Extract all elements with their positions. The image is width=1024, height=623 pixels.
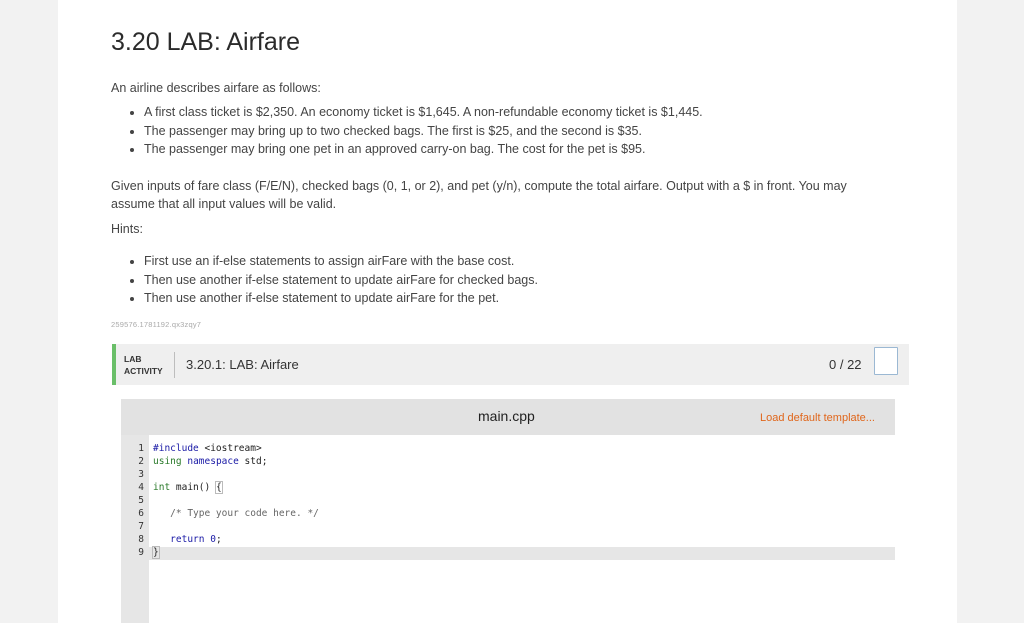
code-line[interactable]: 2 using namespace std; — [121, 456, 895, 469]
line-number: 6 — [138, 508, 144, 519]
list-item: Then use another if-else statement to up… — [144, 289, 538, 308]
code-line-active[interactable]: 9 } — [121, 546, 895, 560]
code-line[interactable]: 1 #include <iostream> — [121, 443, 895, 456]
code-line[interactable]: 6 /* Type your code here. */ — [121, 508, 895, 521]
list-item: A first class ticket is $2,350. An econo… — [144, 103, 703, 122]
code-line[interactable]: 8 return 0; — [121, 534, 895, 547]
lab-tag-line2: ACTIVITY — [124, 366, 163, 376]
lab-activity-header: LAB ACTIVITY 3.20.1: LAB: Airfare 0 / 22 — [112, 344, 909, 385]
code-editor-panel: main.cpp Load default template... 1 #inc… — [121, 399, 895, 623]
hints-label: Hints: — [111, 222, 143, 236]
list-item: The passenger may bring up to two checke… — [144, 122, 703, 141]
line-number: 5 — [138, 495, 144, 506]
airfare-rules-list: A first class ticket is $2,350. An econo… — [111, 103, 703, 159]
code-text: using namespace std; — [153, 456, 268, 467]
list-item: First use an if-else statements to assig… — [144, 252, 538, 271]
task-description: Given inputs of fare class (F/E/N), chec… — [111, 179, 847, 211]
line-number: 4 — [138, 482, 144, 493]
intro-text: An airline describes airfare as follows: — [111, 81, 321, 95]
lab-activity-tag: LAB ACTIVITY — [124, 353, 163, 377]
page-title: 3.20 LAB: Airfare — [111, 28, 301, 56]
line-number: 8 — [138, 534, 144, 545]
completion-box-icon — [874, 347, 898, 375]
filename-label: main.cpp — [478, 408, 535, 424]
code-text: int main() { — [153, 481, 223, 494]
text-cursor — [158, 547, 160, 558]
list-item: Then use another if-else statement to up… — [144, 271, 538, 290]
activity-code-id: 259576.1781192.qx3zqy7 — [111, 320, 202, 329]
code-line[interactable]: 5 — [121, 495, 895, 508]
code-editor[interactable]: 1 #include <iostream> 2 using namespace … — [121, 435, 895, 623]
lab-tag-line1: LAB — [124, 354, 142, 364]
code-line[interactable]: 4 int main() { — [121, 481, 895, 495]
list-item: The passenger may bring one pet in an ap… — [144, 140, 703, 159]
code-text: /* Type your code here. */ — [170, 508, 319, 519]
line-number: 7 — [138, 521, 144, 532]
code-text: } — [152, 546, 160, 559]
content-page: 3.20 LAB: Airfare An airline describes a… — [58, 0, 957, 623]
editor-header: main.cpp Load default template... — [121, 399, 895, 435]
code-text: return 0; — [170, 534, 222, 545]
load-default-template-link[interactable]: Load default template... — [760, 412, 875, 424]
code-line[interactable]: 3 — [121, 469, 895, 482]
lab-activity-name: 3.20.1: LAB: Airfare — [186, 357, 299, 372]
line-number: 2 — [138, 456, 144, 467]
line-number: 3 — [138, 469, 144, 480]
line-number: 1 — [138, 443, 144, 454]
hints-list: First use an if-else statements to assig… — [111, 252, 538, 308]
divider — [174, 352, 175, 378]
line-number: 9 — [138, 547, 144, 558]
code-text: #include <iostream> — [153, 443, 262, 454]
lab-score: 0 / 22 — [829, 357, 862, 372]
code-line[interactable]: 7 — [121, 521, 895, 534]
